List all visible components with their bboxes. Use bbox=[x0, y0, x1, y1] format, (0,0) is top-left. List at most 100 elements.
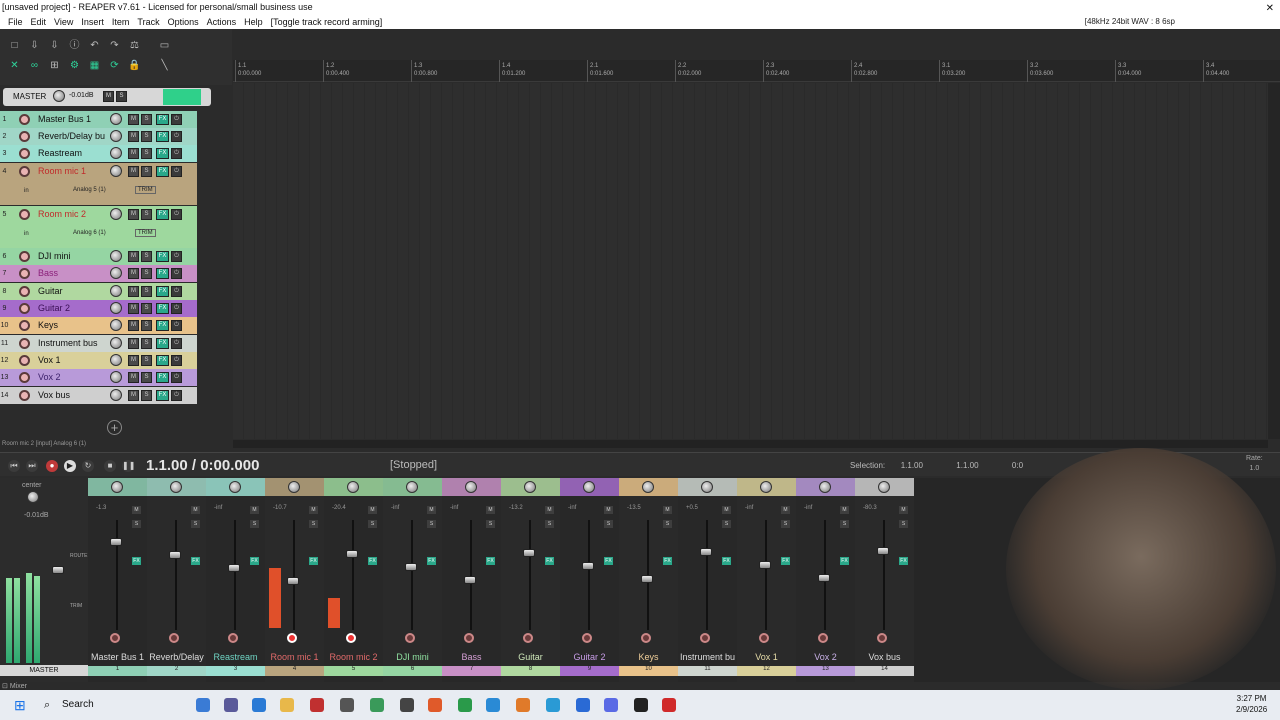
volume-fader[interactable] bbox=[287, 577, 299, 585]
track-volume-knob[interactable] bbox=[110, 285, 122, 297]
fx-button[interactable]: FX bbox=[427, 557, 436, 565]
fx-button[interactable]: FX bbox=[309, 557, 318, 565]
mute-button[interactable]: M bbox=[250, 506, 259, 514]
record-arm-button[interactable] bbox=[582, 633, 592, 643]
volume-fader[interactable] bbox=[464, 576, 476, 584]
track-row[interactable]: 3 Reastream M S FX ⏻ bbox=[0, 145, 232, 162]
menu-item[interactable]: Actions bbox=[203, 15, 241, 29]
fx-button[interactable]: FX bbox=[840, 557, 849, 565]
mute-button[interactable]: M bbox=[132, 506, 141, 514]
mute-button[interactable]: M bbox=[427, 506, 436, 514]
volume-fader[interactable] bbox=[523, 549, 535, 557]
mute-button[interactable]: M bbox=[840, 506, 849, 514]
timeline-ruler[interactable]: 1.1 0:00.000 1.2 0:00.400 1.3 0:00.800 1.4 0:01… bbox=[233, 60, 1280, 82]
solo-button[interactable]: S bbox=[309, 520, 318, 528]
trim-button[interactable]: TRIM bbox=[135, 186, 156, 194]
fx-button[interactable]: FX bbox=[191, 557, 200, 565]
fx-button[interactable]: FX bbox=[156, 148, 169, 159]
fx-button[interactable]: FX bbox=[781, 557, 790, 565]
strip-name[interactable]: Vox 2 bbox=[796, 652, 855, 663]
menu-item[interactable]: Edit bbox=[27, 15, 51, 29]
track-row[interactable]: 11 Instrument bus M S FX ⏻ bbox=[0, 335, 232, 352]
windows-start-icon[interactable]: ⊞ bbox=[14, 698, 28, 712]
trim-button[interactable]: TRIM bbox=[135, 229, 156, 237]
pan-knob[interactable] bbox=[347, 481, 359, 493]
track-header[interactable]: Reverb/Delay bu M S FX ⏻ bbox=[9, 128, 197, 145]
power-icon[interactable]: ⏻ bbox=[171, 320, 182, 331]
record-arm-button[interactable] bbox=[346, 633, 356, 643]
taskview-icon[interactable] bbox=[196, 698, 210, 712]
record-arm-button[interactable] bbox=[19, 372, 30, 383]
record-arm-button[interactable] bbox=[464, 633, 474, 643]
mute-button[interactable]: M bbox=[191, 506, 200, 514]
record-arm-button[interactable] bbox=[19, 114, 30, 125]
strip-name[interactable]: Bass bbox=[442, 652, 501, 663]
strip-name[interactable]: DJI mini bbox=[383, 652, 442, 663]
toolbar-button-icon[interactable]: ▦ bbox=[88, 59, 101, 72]
power-icon[interactable]: ⏻ bbox=[171, 166, 182, 177]
volume-fader[interactable] bbox=[818, 574, 830, 582]
solo-button[interactable]: S bbox=[604, 520, 613, 528]
power-icon[interactable]: ⏻ bbox=[171, 131, 182, 142]
solo-button[interactable]: S bbox=[132, 520, 141, 528]
solo-button[interactable]: S bbox=[141, 286, 152, 297]
pan-knob[interactable] bbox=[583, 481, 595, 493]
fx-button[interactable]: FX bbox=[250, 557, 259, 565]
track-name[interactable]: Master Bus 1 bbox=[38, 111, 91, 128]
record-arm-button[interactable] bbox=[700, 633, 710, 643]
track-row[interactable]: 10 Keys M S FX ⏻ bbox=[0, 317, 232, 334]
record-arm-button[interactable] bbox=[877, 633, 887, 643]
pan-knob[interactable] bbox=[229, 481, 241, 493]
track-header[interactable]: Room mic 2 M S FX ⏻ in Analog 6 (1) TRIM bbox=[9, 206, 197, 248]
pan-knob[interactable] bbox=[642, 481, 654, 493]
master-solo-button[interactable]: S bbox=[116, 91, 127, 102]
track-volume-knob[interactable] bbox=[110, 130, 122, 142]
fx-button[interactable]: FX bbox=[156, 338, 169, 349]
power-icon[interactable]: ⏻ bbox=[171, 114, 182, 125]
track-header[interactable]: Guitar 2 M S FX ⏻ bbox=[9, 300, 197, 317]
track-header[interactable]: Reastream M S FX ⏻ bbox=[9, 145, 197, 162]
solo-button[interactable]: S bbox=[141, 355, 152, 366]
record-arm-button[interactable] bbox=[19, 355, 30, 366]
toolbar-button-icon[interactable]: ⇩ bbox=[28, 39, 41, 52]
fx-button[interactable]: FX bbox=[899, 557, 908, 565]
volume-fader[interactable] bbox=[700, 548, 712, 556]
toolbar-button-icon[interactable]: ✕ bbox=[8, 59, 21, 72]
track-volume-knob[interactable] bbox=[110, 267, 122, 279]
solo-button[interactable]: S bbox=[427, 520, 436, 528]
fx-button[interactable]: FX bbox=[156, 320, 169, 331]
solo-button[interactable]: S bbox=[141, 114, 152, 125]
toolbar-button-icon[interactable]: ↷ bbox=[108, 39, 121, 52]
record-arm-button[interactable] bbox=[19, 268, 30, 279]
track-row[interactable]: 8 Guitar M S FX ⏻ bbox=[0, 283, 232, 300]
track-name[interactable]: Instrument bus bbox=[38, 335, 98, 352]
mute-button[interactable]: M bbox=[128, 131, 139, 142]
track-header[interactable]: DJI mini M S FX ⏻ bbox=[9, 248, 197, 265]
power-icon[interactable]: ⏻ bbox=[171, 148, 182, 159]
power-icon[interactable]: ⏻ bbox=[171, 355, 182, 366]
track-row[interactable]: 9 Guitar 2 M S FX ⏻ bbox=[0, 300, 232, 317]
fx-button[interactable]: FX bbox=[156, 372, 169, 383]
track-volume-knob[interactable] bbox=[110, 113, 122, 125]
master-trim-button[interactable]: TRIM bbox=[70, 603, 82, 609]
menu-item[interactable]: File bbox=[4, 15, 27, 29]
solo-button[interactable]: S bbox=[663, 520, 672, 528]
solo-button[interactable]: S bbox=[545, 520, 554, 528]
solo-button[interactable]: S bbox=[368, 520, 377, 528]
track-header[interactable]: Bass M S FX ⏻ bbox=[9, 265, 197, 282]
record-arm-button[interactable] bbox=[19, 148, 30, 159]
input-select[interactable]: Analog 6 (1) bbox=[73, 230, 106, 236]
fx-button[interactable]: FX bbox=[156, 355, 169, 366]
record-arm-button[interactable] bbox=[19, 390, 30, 401]
master-volume-knob[interactable] bbox=[53, 90, 65, 102]
track-header[interactable]: Master Bus 1 M S FX ⏻ bbox=[9, 111, 197, 128]
toolbar-button-icon[interactable]: ╲ bbox=[158, 59, 171, 72]
track-row[interactable]: 6 DJI mini M S FX ⏻ bbox=[0, 248, 232, 265]
solo-button[interactable]: S bbox=[141, 303, 152, 314]
mute-button[interactable]: M bbox=[128, 320, 139, 331]
power-icon[interactable]: ⏻ bbox=[171, 251, 182, 262]
mute-button[interactable]: M bbox=[128, 372, 139, 383]
vscode-icon[interactable] bbox=[576, 698, 590, 712]
track-volume-knob[interactable] bbox=[110, 208, 122, 220]
app-icon[interactable] bbox=[634, 698, 648, 712]
